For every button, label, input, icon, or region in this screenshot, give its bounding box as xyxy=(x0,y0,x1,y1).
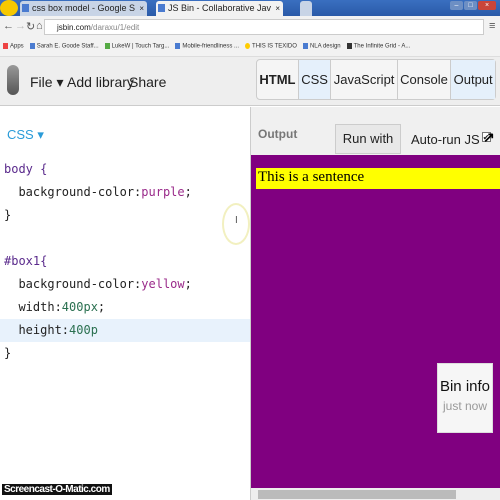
maximize-icon[interactable]: □ xyxy=(464,1,477,10)
tab-title: JS Bin - Collaborative Jav xyxy=(168,3,272,13)
forward-icon[interactable]: → xyxy=(15,20,26,32)
share-menu[interactable]: Share xyxy=(129,74,166,90)
code-line[interactable]: background-color:yellow; xyxy=(0,273,250,296)
code-text: ; xyxy=(97,300,106,314)
output-header: Output Run with JS Auto-run JS✔ ↗ xyxy=(251,107,500,174)
panel-tabs: HTML CSS JavaScript Console Output xyxy=(256,59,496,100)
close-window-icon[interactable]: × xyxy=(478,1,496,10)
chrome-menu-icon[interactable]: ≡ xyxy=(489,20,495,32)
browser-tab[interactable]: css box model - Google S × xyxy=(20,1,148,16)
bookmark-apps[interactable]: Apps xyxy=(3,43,24,56)
add-library-menu[interactable]: Add library xyxy=(67,74,134,90)
popout-arrow-icon[interactable]: ↗ xyxy=(483,129,495,146)
doc-icon xyxy=(29,43,35,49)
code-line[interactable] xyxy=(0,227,250,250)
home-icon[interactable]: ⌂ xyxy=(36,20,43,32)
bookmark[interactable]: Sarah E. Goode Staff... xyxy=(29,43,99,56)
google-favicon-icon xyxy=(22,4,29,12)
code-text: width: xyxy=(4,300,62,314)
bin-info-time: just now xyxy=(442,399,488,413)
code-text: ; xyxy=(184,185,192,199)
code-text: height: xyxy=(4,323,70,337)
minimize-icon[interactable]: – xyxy=(450,1,463,10)
file-menu[interactable]: File ▾ xyxy=(30,74,63,91)
code-text: body { xyxy=(4,162,48,176)
code-line[interactable]: width:400px; xyxy=(0,296,250,319)
jsbin-logo-icon[interactable] xyxy=(7,65,19,95)
code-line[interactable]: #box1{ xyxy=(0,250,250,273)
bookmark[interactable]: NLA design xyxy=(302,43,341,56)
auto-run-toggle[interactable]: Auto-run JS ✔ xyxy=(411,132,491,147)
code-text: } xyxy=(4,346,12,360)
bin-info-title: Bin info xyxy=(439,378,491,395)
code-line[interactable]: body { xyxy=(0,158,250,181)
bookmark[interactable]: The Infinite Grid - A... xyxy=(346,43,410,56)
browser-tab-strip: css box model - Google S × JS Bin - Colla… xyxy=(0,0,500,16)
code-value: yellow xyxy=(141,277,185,291)
code-text: } xyxy=(4,208,12,222)
tab-css[interactable]: CSS xyxy=(298,60,332,99)
code-text: background-color: xyxy=(4,185,142,199)
bin-info-button[interactable]: Bin info just now xyxy=(437,363,493,433)
bookmarks-bar: Apps Sarah E. Goode Staff... LukeW | Tou… xyxy=(0,38,500,57)
back-icon[interactable]: ← xyxy=(3,20,14,32)
code-line[interactable]: } xyxy=(0,204,250,227)
css-code[interactable]: body { background-color:purple;} #box1{ b… xyxy=(0,158,250,365)
jsbin-header: File ▾ Add library Share HTML CSS JavaSc… xyxy=(0,57,500,106)
code-text: #box1{ xyxy=(4,254,48,268)
code-text: background-color: xyxy=(4,277,142,291)
tab-javascript[interactable]: JavaScript xyxy=(331,60,398,99)
bookmark[interactable]: Mobile-friendliness ... xyxy=(175,43,239,56)
apps-grid-icon xyxy=(3,43,8,49)
smiley-icon xyxy=(245,43,251,49)
reload-icon[interactable]: ↻ xyxy=(26,20,35,33)
bookmark[interactable]: LukeW | Touch Targ... xyxy=(104,43,169,56)
code-line[interactable]: background-color:purple; xyxy=(0,181,250,204)
jsbin-favicon-icon xyxy=(158,4,165,12)
bookmark[interactable]: THIS IS TEXIDO xyxy=(245,43,297,56)
code-value: 400p xyxy=(69,323,98,337)
code-line[interactable]: } xyxy=(0,342,250,365)
code-text: ; xyxy=(184,277,192,291)
watermark: Screencast-O-Matic.com xyxy=(2,484,112,495)
tab-title: css box model - Google S xyxy=(32,3,136,13)
tab-html[interactable]: HTML xyxy=(257,60,299,99)
code-line[interactable]: height:400p xyxy=(0,319,250,342)
tab-output[interactable]: Output xyxy=(451,60,496,99)
url-input[interactable]: jsbin.com/daraxu/1/edit xyxy=(44,19,484,35)
text-cursor-icon: I xyxy=(235,215,238,226)
tab-console[interactable]: Console xyxy=(398,60,452,99)
person-icon xyxy=(104,43,110,49)
browser-tab-active[interactable]: JS Bin - Collaborative Jav × xyxy=(156,1,284,16)
new-tab-button[interactable] xyxy=(300,1,312,16)
address-bar-row: ← → ↻ ⌂ jsbin.com/daraxu/1/edit ≡ xyxy=(0,16,500,38)
run-with-js-button[interactable]: Run with JS xyxy=(335,124,401,174)
profile-avatar-icon[interactable] xyxy=(0,0,18,16)
code-value: purple xyxy=(141,185,185,199)
output-panel: Output Run with JS Auto-run JS✔ ↗ This i… xyxy=(250,107,500,500)
scrollbar-thumb[interactable] xyxy=(258,490,456,499)
code-value: 400px xyxy=(61,300,98,314)
output-label: Output xyxy=(258,127,298,141)
box1-element: This is a sentence xyxy=(256,168,500,189)
close-tab-icon[interactable]: × xyxy=(139,1,144,16)
page-icon xyxy=(175,43,181,49)
output-frame: This is a sentence Bin info just now xyxy=(251,155,500,488)
css-language-dropdown[interactable]: CSS ▾ xyxy=(7,127,44,143)
close-tab-icon[interactable]: × xyxy=(275,1,280,16)
horizontal-scrollbar[interactable] xyxy=(251,488,500,500)
page-icon xyxy=(302,43,308,49)
grid-icon xyxy=(346,43,352,49)
